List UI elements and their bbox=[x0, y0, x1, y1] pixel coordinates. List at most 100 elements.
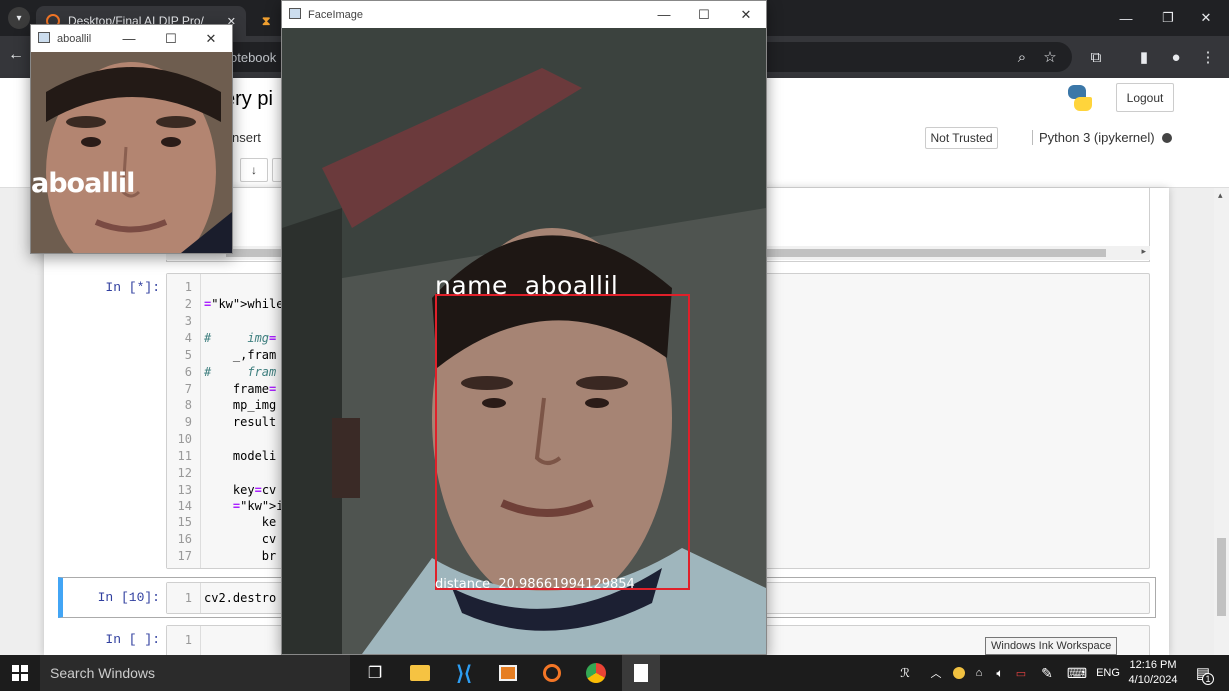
maximize-button[interactable]: ☐ bbox=[684, 1, 724, 28]
search-placeholder: Search Windows bbox=[50, 665, 156, 681]
cell-prompt: In [*]: bbox=[105, 280, 160, 295]
keyboard-icon[interactable]: ⌨ bbox=[1064, 655, 1090, 691]
extensions-icon[interactable]: ⧉ bbox=[1084, 45, 1108, 69]
aboallil-window[interactable]: aboallil — ☐ ✕ aboallil bbox=[30, 24, 233, 254]
close-button[interactable]: ✕ bbox=[191, 25, 231, 52]
code-line: cv2.destro bbox=[204, 591, 277, 605]
line-number: 1 bbox=[184, 633, 192, 647]
address-text: otebook bbox=[230, 49, 277, 65]
tab-search-button[interactable]: ▾ bbox=[8, 7, 30, 29]
scroll-up-icon[interactable]: ▴ bbox=[1218, 190, 1223, 201]
pen-icon[interactable]: ✎ bbox=[1036, 655, 1058, 691]
name-label: name aboallil bbox=[435, 271, 619, 300]
window-title: FaceImage bbox=[308, 8, 364, 21]
line-number: 14 bbox=[177, 499, 192, 513]
line-number-gutter: 1 2 3 4 5 6 7 8 9 10 11 12 13 14 15 16 1… bbox=[167, 274, 201, 568]
line-number: 10 bbox=[177, 432, 192, 446]
jupyter-app-icon[interactable] bbox=[536, 655, 568, 691]
move-down-button[interactable]: ↓ bbox=[240, 158, 268, 182]
ink-workspace-tooltip: Windows Ink Workspace bbox=[985, 637, 1118, 655]
volume-icon[interactable]: 🔈︎ bbox=[991, 655, 1009, 691]
line-number: 12 bbox=[177, 466, 192, 480]
line-number-gutter: 1 bbox=[167, 626, 201, 656]
cell-prompt: In [10]: bbox=[97, 590, 160, 605]
line-number: 1 bbox=[184, 280, 192, 294]
page-scrollbar[interactable]: ▴ bbox=[1214, 188, 1229, 655]
app-tray-icon[interactable] bbox=[950, 655, 968, 691]
windows-taskbar: Search Windows ❐ ⟩⟨ ℛ ︿ ⌂ 🔈︎ ▭ ✎ ⌨ ENG 1… bbox=[0, 655, 1229, 691]
minimize-button[interactable]: — bbox=[109, 25, 149, 52]
line-number-gutter: 1 bbox=[167, 583, 201, 613]
line-number: 4 bbox=[184, 331, 192, 345]
line-number: 1 bbox=[184, 591, 192, 605]
code-line: # fram bbox=[204, 365, 277, 379]
clock[interactable]: 12:16 PM 4/10/2024 bbox=[1124, 655, 1182, 691]
code-line: frame= bbox=[204, 382, 277, 396]
camera-frame-image: name aboallil distance 20.98661994129854 bbox=[282, 28, 766, 654]
browser-minimize-button[interactable]: — bbox=[1103, 0, 1149, 36]
notification-badge: 1 bbox=[1202, 673, 1214, 685]
clock-time: 12:16 PM bbox=[1129, 659, 1177, 671]
notepad-icon[interactable] bbox=[622, 655, 660, 691]
zoom-icon[interactable]: ⌕ bbox=[1010, 45, 1034, 69]
line-number: 13 bbox=[177, 483, 192, 497]
code-line: modeli bbox=[204, 449, 277, 463]
tab-second[interactable]: ⧗ bbox=[252, 6, 282, 36]
face-crop-drawing bbox=[31, 52, 232, 253]
line-number: 16 bbox=[177, 532, 192, 546]
minimize-button[interactable]: — bbox=[644, 1, 684, 28]
battery-icon[interactable]: ▭ bbox=[1012, 655, 1030, 691]
bookmark-star-icon[interactable]: ☆ bbox=[1038, 45, 1062, 69]
people-icon[interactable]: ℛ bbox=[893, 655, 917, 691]
chrome-icon[interactable] bbox=[580, 655, 612, 691]
face-crop-image: aboallil bbox=[31, 52, 232, 253]
menu-icon[interactable]: ⋮ bbox=[1196, 45, 1220, 69]
line-number: 7 bbox=[184, 382, 192, 396]
face-name-overlay: aboallil bbox=[31, 168, 135, 199]
code-line: # img= bbox=[204, 331, 277, 345]
kernel-indicator: Python 3 (ipykernel) bbox=[1032, 130, 1155, 145]
kernel-busy-icon bbox=[1162, 133, 1172, 143]
code-line: cv bbox=[204, 532, 277, 546]
show-hidden-icons[interactable]: ︿ bbox=[928, 655, 944, 691]
task-view-icon[interactable]: ❐ bbox=[360, 655, 390, 691]
taskbar-search-box[interactable]: Search Windows bbox=[40, 655, 350, 691]
profile-icon[interactable]: ● bbox=[1164, 45, 1188, 69]
logout-button[interactable]: Logout bbox=[1116, 83, 1174, 112]
hourglass-icon: ⧗ bbox=[262, 13, 271, 28]
line-number: 17 bbox=[177, 549, 192, 563]
line-number: 6 bbox=[184, 365, 192, 379]
line-number: 11 bbox=[177, 449, 192, 463]
code-line: br bbox=[204, 549, 277, 563]
network-icon[interactable]: ⌂ bbox=[970, 655, 988, 691]
chevron-down-icon: ▾ bbox=[16, 12, 22, 24]
file-explorer-icon[interactable] bbox=[404, 655, 436, 691]
code-line: mp_img bbox=[204, 398, 277, 412]
vscode-icon[interactable]: ⟩⟨ bbox=[448, 655, 480, 691]
back-icon[interactable]: ← bbox=[8, 46, 24, 64]
menu-insert[interactable]: nsert bbox=[232, 130, 261, 145]
code-line: key=cv bbox=[204, 483, 277, 497]
notification-center-icon[interactable]: ▤ 1 bbox=[1188, 655, 1218, 691]
line-number: 15 bbox=[177, 515, 192, 529]
face-image-window[interactable]: FaceImage — ☐ ✕ name aboallil distance 2… bbox=[281, 0, 767, 655]
maximize-button[interactable]: ☐ bbox=[151, 25, 191, 52]
windows-start-icon[interactable] bbox=[0, 655, 40, 691]
media-app-icon[interactable] bbox=[492, 655, 524, 691]
code-line: _,fram bbox=[204, 348, 277, 362]
face-bounding-box bbox=[435, 294, 690, 590]
python-logo-icon bbox=[1066, 84, 1094, 112]
line-number: 9 bbox=[184, 415, 192, 429]
code-line: result bbox=[204, 415, 277, 429]
language-indicator[interactable]: ENG bbox=[1092, 655, 1124, 691]
browser-close-button[interactable]: ✕ bbox=[1183, 0, 1229, 36]
side-panel-icon[interactable]: ▮ bbox=[1132, 45, 1156, 69]
scroll-right-icon[interactable]: ▸ bbox=[1141, 246, 1146, 257]
window-title: aboallil bbox=[57, 32, 92, 45]
window-app-icon bbox=[38, 32, 50, 43]
clock-date: 4/10/2024 bbox=[1128, 674, 1178, 686]
code-line: ke bbox=[204, 515, 277, 529]
cell-prompt: In [ ]: bbox=[105, 632, 160, 647]
close-button[interactable]: ✕ bbox=[726, 1, 766, 28]
not-trusted-button[interactable]: Not Trusted bbox=[925, 127, 998, 149]
